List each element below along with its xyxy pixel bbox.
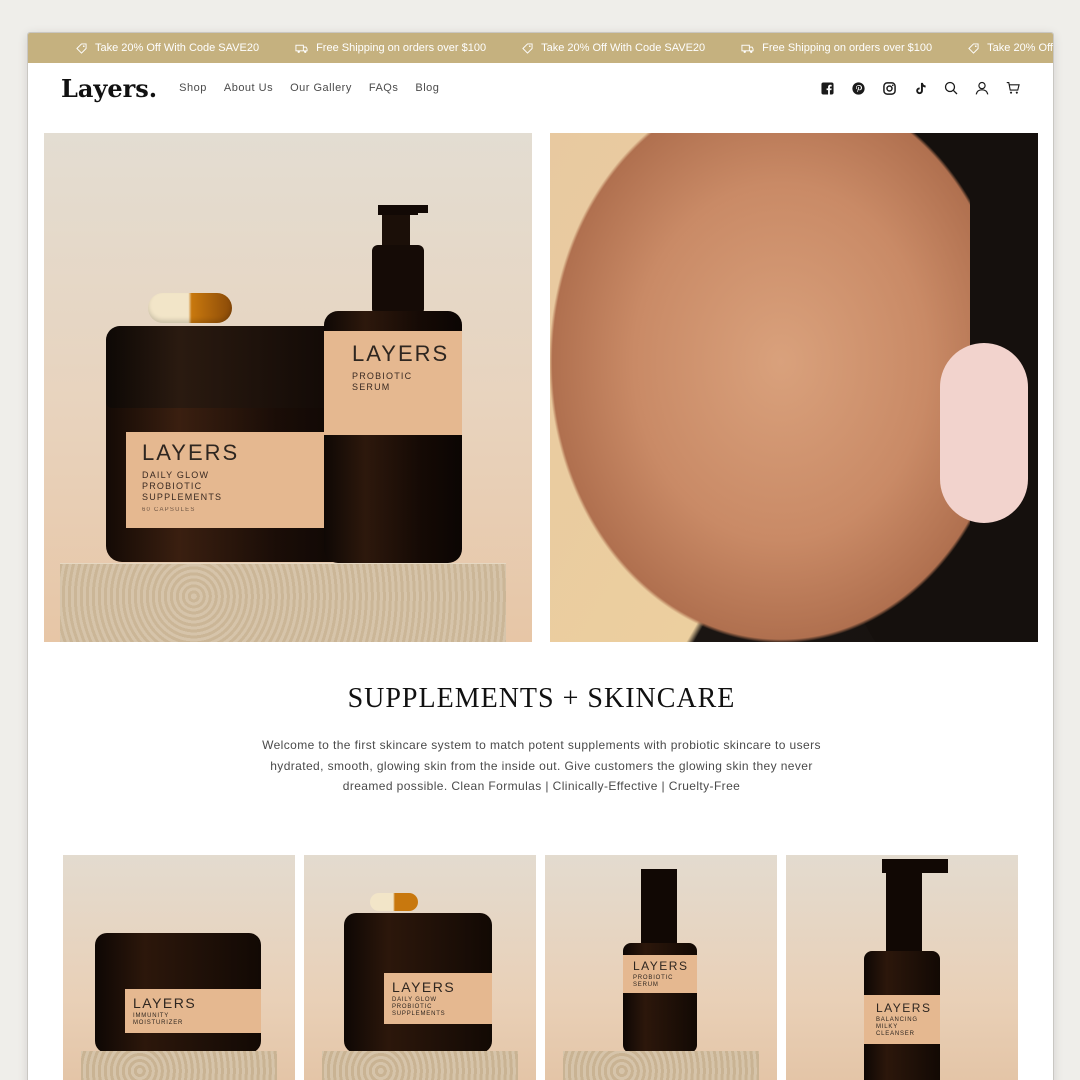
hero-model-image <box>550 133 1038 642</box>
product-label: LAYERS IMMUNITY MOISTURIZER <box>125 989 261 1033</box>
product-grid: LAYERS IMMUNITY MOISTURIZER LAYERS DAILY… <box>63 855 1018 1080</box>
announcement-bar: Take 20% Off With Code SAVE20 Free Shipp… <box>28 33 1053 63</box>
bottle-label: LAYERS PROBIOTIC SERUM <box>324 331 462 435</box>
supplement-jar: LAYERS DAILY GLOW PROBIOTIC SUPPLEMENTS … <box>106 326 350 562</box>
earring-shape <box>940 343 1028 523</box>
announcement-item: Take 20% Off With Code SAVE20 <box>522 42 705 54</box>
hero-product-image: LAYERS DAILY GLOW PROBIOTIC SUPPLEMENTS … <box>44 133 532 642</box>
announcement-item: Free Shipping on orders over $100 <box>295 42 486 54</box>
tag-icon <box>76 42 87 54</box>
header-icons <box>820 81 1020 95</box>
capsule-image <box>148 293 232 323</box>
logo[interactable]: Layers. <box>61 74 157 103</box>
product-label: LAYERS PROBIOTIC SERUM <box>623 955 697 993</box>
browser-window: Take 20% Off With Code SAVE20 Free Shipp… <box>27 32 1054 1080</box>
tiktok-icon[interactable] <box>913 81 927 95</box>
instagram-icon[interactable] <box>882 81 896 95</box>
product-label: LAYERS DAILY GLOW PROBIOTIC SUPPLEMENTS <box>384 973 492 1024</box>
announcement-item: Free Shipping on orders over $100 <box>741 42 932 54</box>
search-icon[interactable] <box>944 81 958 95</box>
product-card[interactable]: LAYERS BALANCING MILKY CLEANSER <box>786 855 1018 1080</box>
nav-about-us[interactable]: About Us <box>224 82 273 94</box>
truck-icon <box>741 44 754 53</box>
facebook-icon[interactable] <box>820 81 834 95</box>
tag-icon <box>968 42 979 54</box>
cart-icon[interactable] <box>1006 81 1020 95</box>
announcement-item: Take 20% Off With Code SAVE20 <box>968 42 1053 54</box>
serum-bottle: LAYERS PROBIOTIC SERUM <box>324 311 462 563</box>
product-card[interactable]: LAYERS DAILY GLOW PROBIOTIC SUPPLEMENTS <box>304 855 536 1080</box>
product-card[interactable]: LAYERS PROBIOTIC SERUM <box>545 855 777 1080</box>
nav-shop[interactable]: Shop <box>179 82 207 94</box>
hero-section: LAYERS DAILY GLOW PROBIOTIC SUPPLEMENTS … <box>44 133 1038 642</box>
truck-icon <box>295 44 308 53</box>
nav-our-gallery[interactable]: Our Gallery <box>290 82 352 94</box>
nav-blog[interactable]: Blog <box>415 82 439 94</box>
pump-top <box>372 205 428 315</box>
announcement-item: Take 20% Off With Code SAVE20 <box>76 42 259 54</box>
product-label: LAYERS BALANCING MILKY CLEANSER <box>864 995 940 1044</box>
main-nav: Shop About Us Our Gallery FAQs Blog <box>179 82 439 94</box>
intro-section: SUPPLEMENTS + SKINCARE Welcome to the fi… <box>28 683 1053 797</box>
site-header: Layers. Shop About Us Our Gallery FAQs B… <box>28 63 1053 113</box>
section-title: SUPPLEMENTS + SKINCARE <box>347 683 736 714</box>
model-face <box>550 133 970 642</box>
section-description: Welcome to the first skincare system to … <box>262 738 821 793</box>
nav-faqs[interactable]: FAQs <box>369 82 399 94</box>
travertine-stone <box>60 563 506 642</box>
account-icon[interactable] <box>975 81 989 95</box>
product-card[interactable]: LAYERS IMMUNITY MOISTURIZER <box>63 855 295 1080</box>
tag-icon <box>522 42 533 54</box>
pinterest-icon[interactable] <box>851 81 865 95</box>
jar-label: LAYERS DAILY GLOW PROBIOTIC SUPPLEMENTS … <box>126 432 326 528</box>
